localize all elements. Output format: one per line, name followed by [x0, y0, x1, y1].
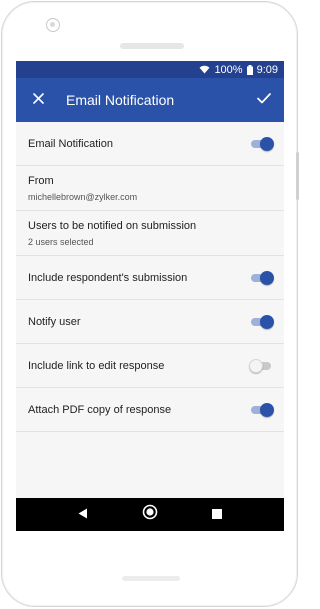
setting-label: Attach PDF copy of response: [28, 403, 172, 416]
setting-users-to-notify[interactable]: Users to be notified on submission 2 use…: [16, 211, 284, 256]
setting-label: Include link to edit response: [28, 359, 165, 372]
include-submission-toggle[interactable]: [250, 270, 274, 285]
check-icon: [257, 91, 271, 109]
earpiece-speaker: [120, 43, 184, 49]
setting-label: Notify user: [28, 315, 81, 328]
recents-icon: [211, 506, 222, 524]
navigation-bar: [16, 498, 284, 531]
front-camera: [46, 18, 60, 32]
setting-attach-pdf[interactable]: Attach PDF copy of response: [16, 388, 284, 432]
save-button[interactable]: [246, 78, 282, 122]
include-edit-link-toggle[interactable]: [249, 358, 272, 373]
battery-percent: 100%: [214, 63, 243, 76]
app-bar: Email Notification: [16, 78, 284, 122]
back-icon: [78, 506, 88, 524]
back-button[interactable]: [69, 501, 97, 529]
bottom-speaker: [122, 576, 180, 581]
setting-from[interactable]: From michellebrown@zylker.com: [16, 166, 284, 211]
wifi-icon: [199, 65, 210, 74]
notify-user-toggle[interactable]: [250, 314, 274, 329]
page-title: Email Notification: [66, 92, 175, 108]
recents-button[interactable]: [203, 501, 231, 529]
attach-pdf-toggle[interactable]: [250, 402, 274, 417]
close-button[interactable]: [20, 78, 56, 122]
battery-icon: [246, 64, 253, 75]
settings-list: Email Notification From michellebrown@zy…: [16, 122, 284, 432]
home-icon: [142, 504, 158, 525]
close-icon: [32, 91, 44, 109]
setting-notify-user[interactable]: Notify user: [16, 300, 284, 344]
status-time: 9:09: [256, 63, 278, 76]
setting-label: Users to be notified on submission: [28, 219, 197, 232]
users-selected-value: 2 users selected: [28, 236, 94, 247]
from-email-value: michellebrown@zylker.com: [28, 191, 138, 202]
screen: 100% 9:09 Email Notification Email Notif…: [16, 61, 284, 531]
setting-label: Include respondent's submission: [28, 271, 188, 284]
power-button: [296, 152, 299, 200]
email-notification-toggle[interactable]: [250, 136, 274, 151]
home-button[interactable]: [136, 501, 164, 529]
status-bar: 100% 9:09: [16, 61, 284, 78]
setting-label: Email Notification: [28, 137, 113, 150]
setting-include-edit-link[interactable]: Include link to edit response: [16, 344, 284, 388]
setting-email-notification[interactable]: Email Notification: [16, 122, 284, 166]
setting-include-respondent-submission[interactable]: Include respondent's submission: [16, 256, 284, 300]
setting-label: From: [28, 174, 54, 187]
